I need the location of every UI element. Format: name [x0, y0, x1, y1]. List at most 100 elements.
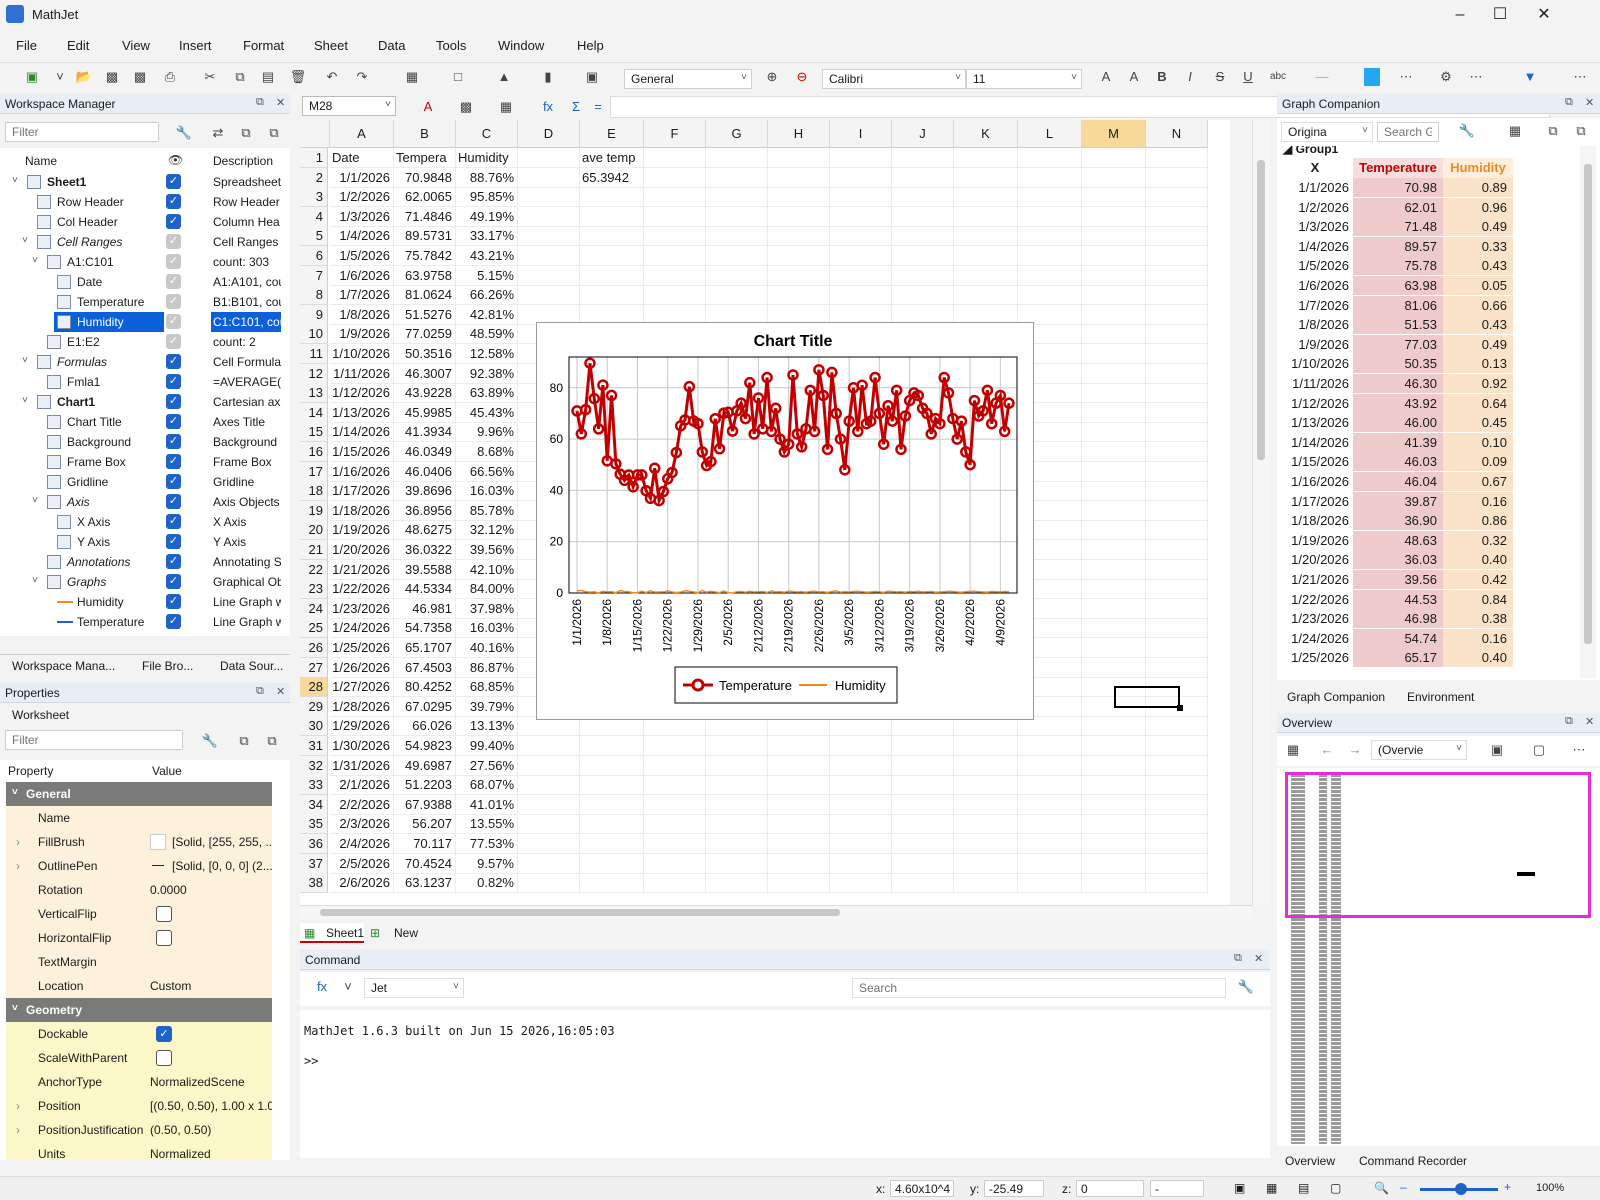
gc-table-row[interactable]: 1/16/2026 46.04 0.67: [1277, 472, 1513, 492]
cell[interactable]: 1/16/2026: [330, 461, 394, 482]
cell[interactable]: 1/31/2026: [330, 755, 394, 776]
cell[interactable]: [1146, 853, 1208, 874]
float-icon[interactable]: ⧉: [256, 96, 264, 109]
screen-icon[interactable]: ▣: [1234, 1181, 1245, 1195]
cell[interactable]: 41.01%: [456, 794, 518, 815]
cell[interactable]: [518, 755, 580, 776]
chevron-down-icon[interactable]: ˅: [22, 395, 28, 406]
cell[interactable]: [768, 148, 830, 168]
chevron-right-icon[interactable]: ›: [16, 859, 20, 873]
scrollbar-thumb[interactable]: [320, 909, 840, 916]
cell[interactable]: [644, 873, 706, 894]
gc-table-row[interactable]: 1/4/2026 89.57 0.33: [1277, 236, 1513, 257]
cell[interactable]: [1082, 304, 1146, 325]
cell[interactable]: [830, 814, 892, 835]
cell[interactable]: 66.26%: [456, 285, 518, 306]
cell[interactable]: 46.3007: [394, 363, 456, 384]
cell[interactable]: [1146, 402, 1208, 423]
chevron-down-icon[interactable]: ˅: [12, 175, 18, 186]
row-header[interactable]: 17: [300, 461, 328, 482]
cell[interactable]: [768, 226, 830, 247]
cell[interactable]: [518, 834, 580, 854]
cell[interactable]: 92.38%: [456, 363, 518, 384]
cell[interactable]: 67.9388: [394, 794, 456, 815]
row-header[interactable]: 2: [300, 167, 328, 188]
tree-item-range-a1c101[interactable]: ˅ A1:C101 ✓ count: 303: [0, 252, 282, 272]
cell[interactable]: [768, 285, 830, 306]
cell[interactable]: [1018, 167, 1082, 188]
cell[interactable]: [644, 167, 706, 188]
visibility-checkbox[interactable]: ✓: [166, 314, 181, 329]
cell[interactable]: 1/27/2026: [330, 677, 394, 698]
visibility-checkbox[interactable]: ✓: [166, 414, 181, 429]
cell[interactable]: 2/3/2026: [330, 814, 394, 835]
row-header[interactable]: 14: [300, 402, 328, 423]
cell[interactable]: 84.00%: [456, 579, 518, 600]
cell[interactable]: 1/12/2026: [330, 383, 394, 404]
cell[interactable]: [1146, 285, 1208, 306]
cell[interactable]: 40.16%: [456, 638, 518, 658]
cell[interactable]: [1082, 559, 1146, 580]
cell[interactable]: [1146, 324, 1208, 345]
cell[interactable]: [1146, 187, 1208, 208]
cell[interactable]: [892, 167, 954, 188]
cell[interactable]: [1146, 226, 1208, 247]
row-header[interactable]: 21: [300, 540, 328, 560]
row-header[interactable]: 33: [300, 775, 328, 796]
cell[interactable]: [1082, 618, 1146, 639]
menu-help[interactable]: Help: [577, 38, 604, 53]
row-header[interactable]: 28: [300, 677, 328, 698]
cell[interactable]: 1/20/2026: [330, 540, 394, 560]
cell[interactable]: [1018, 775, 1082, 796]
zoom-slider-thumb[interactable]: [1455, 1183, 1467, 1195]
cell[interactable]: [1146, 500, 1208, 521]
cell[interactable]: [1082, 540, 1146, 560]
chevron-down-icon[interactable]: ˅: [22, 355, 28, 366]
float-icon[interactable]: ⧉: [1565, 715, 1573, 728]
tree-item-background[interactable]: Background ✓ Background: [0, 432, 282, 452]
cell[interactable]: [644, 265, 706, 286]
cell[interactable]: [1146, 540, 1208, 560]
tab-file-browser[interactable]: File Bro...: [142, 659, 193, 673]
cell[interactable]: [1082, 383, 1146, 404]
cell[interactable]: 1/1/2026: [330, 167, 394, 188]
tab-workspace-manager[interactable]: Workspace Mana...: [12, 659, 115, 673]
chevron-down-icon[interactable]: ˅: [32, 255, 38, 266]
collapse-icon[interactable]: ⧉: [234, 732, 254, 750]
undo-icon[interactable]: ↶: [322, 68, 342, 86]
row-header[interactable]: 15: [300, 422, 328, 443]
command-console[interactable]: MathJet 1.6.3 built on Jun 15 2026,16:05…: [300, 1010, 1270, 1158]
graph-source-select[interactable]: Origina ˅: [1281, 122, 1373, 142]
status-combo[interactable]: -: [1150, 1180, 1204, 1197]
cell[interactable]: [518, 226, 580, 247]
cell[interactable]: [1146, 598, 1208, 619]
cell[interactable]: [1146, 265, 1208, 286]
cell[interactable]: [954, 736, 1018, 756]
cell[interactable]: 63.9758: [394, 265, 456, 286]
cell[interactable]: 63.1237: [394, 873, 456, 894]
cell[interactable]: [1146, 638, 1208, 658]
expand-icon[interactable]: ⧉: [1571, 122, 1591, 140]
column-header-a[interactable]: A: [330, 120, 394, 148]
shrink-font-icon[interactable]: A: [1124, 68, 1144, 86]
cell[interactable]: [892, 814, 954, 835]
horizontalflip-checkbox[interactable]: [156, 930, 172, 946]
visibility-checkbox[interactable]: ✓: [166, 334, 181, 349]
swap-icon[interactable]: ⇄: [208, 124, 228, 142]
cell[interactable]: 36.0322: [394, 540, 456, 560]
cell[interactable]: [1146, 579, 1208, 600]
cell[interactable]: 51.5276: [394, 304, 456, 325]
number-format-select[interactable]: General ˅: [624, 69, 752, 89]
close-icon[interactable]: ✕: [276, 96, 285, 109]
cell[interactable]: [1018, 736, 1082, 756]
cell[interactable]: [706, 246, 768, 266]
row-header[interactable]: 4: [300, 206, 328, 227]
cell[interactable]: 37.98%: [456, 598, 518, 619]
row-header[interactable]: 12: [300, 363, 328, 384]
cell[interactable]: 1/7/2026: [330, 285, 394, 306]
cell[interactable]: [706, 167, 768, 188]
cell[interactable]: 2/6/2026: [330, 873, 394, 894]
workspace-filter-input[interactable]: [5, 122, 159, 142]
cell[interactable]: [580, 226, 644, 247]
cell[interactable]: 1/18/2026: [330, 500, 394, 521]
